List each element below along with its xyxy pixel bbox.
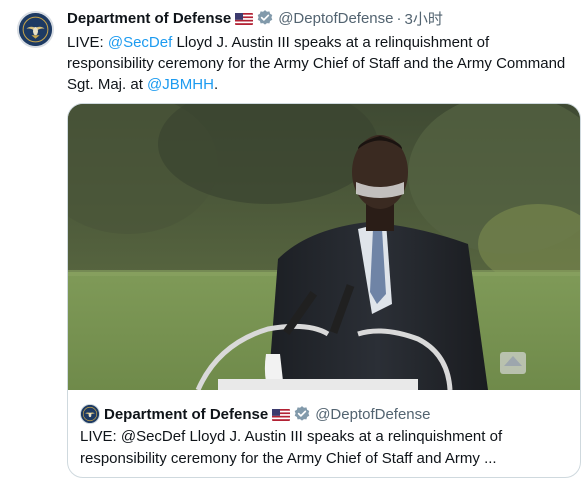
speaker-at-podium-image (68, 104, 580, 390)
tweet-text: LIVE: @SecDef Lloyd J. Austin III speaks… (67, 32, 577, 95)
tweet-text-prefix: LIVE: (67, 34, 108, 51)
separator-dot: · (396, 9, 402, 27)
dod-seal-icon (81, 405, 99, 423)
tweet-text-suffix: . (213, 76, 219, 93)
mention-secdef-link[interactable]: @SecDef (108, 34, 172, 51)
us-flag-icon (235, 12, 254, 25)
quoted-tweet-card[interactable]: Department of Defense @DeptofDefense LIV… (67, 103, 581, 478)
verified-badge-icon (293, 405, 311, 423)
tweet-header: Department of Defense @DeptofDefense · 3… (67, 8, 579, 28)
video-thumbnail[interactable] (68, 104, 580, 390)
tweet: Department of Defense @DeptofDefense · 3… (67, 8, 579, 95)
author-name[interactable]: Department of Defense (67, 10, 231, 27)
mention-jbmhh-link[interactable]: @JBMHH (147, 76, 214, 93)
quoted-avatar[interactable] (80, 404, 100, 424)
dod-seal-icon (19, 13, 52, 46)
quoted-tweet-header: Department of Defense @DeptofDefense (80, 404, 431, 424)
verified-badge-icon[interactable] (256, 9, 274, 27)
quoted-tweet-text: LIVE: @SecDef Lloyd J. Austin III speaks… (80, 428, 503, 467)
avatar[interactable] (17, 11, 54, 48)
quoted-author-name: Department of Defense (104, 405, 269, 423)
author-handle[interactable]: @DeptofDefense (278, 10, 393, 27)
quoted-author-handle: @DeptofDefense (315, 405, 431, 423)
tweet-timestamp[interactable]: 3小时 (405, 8, 443, 29)
us-flag-icon (272, 408, 291, 421)
